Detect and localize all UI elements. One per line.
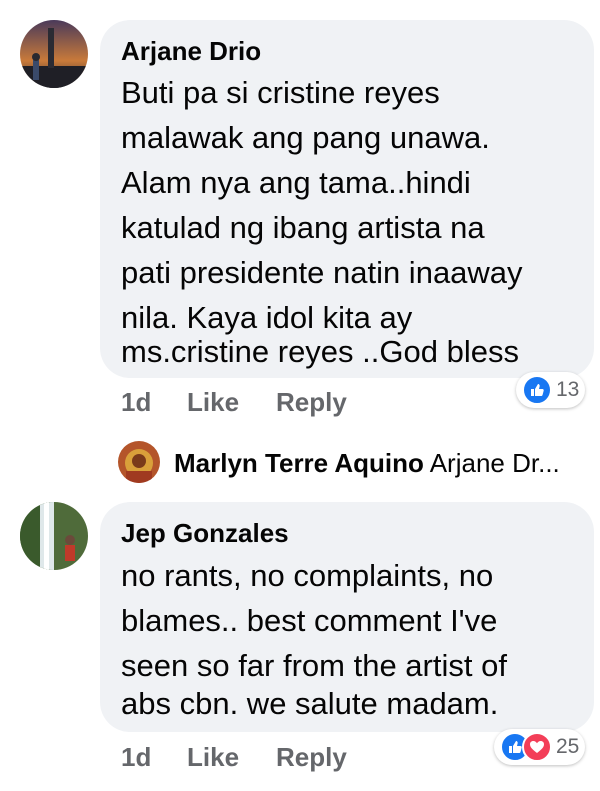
- reaction-summary[interactable]: 13: [516, 372, 586, 408]
- reaction-count: 13: [556, 378, 580, 401]
- reply-author[interactable]: Marlyn Terre Aquino: [174, 448, 424, 478]
- avatar-marlyn-terre-aquino[interactable]: [118, 441, 160, 483]
- like-button[interactable]: Like: [187, 742, 239, 773]
- avatar-jep-gonzales[interactable]: [20, 502, 88, 570]
- comment-timestamp[interactable]: 1d: [121, 387, 151, 418]
- avatar-photo-icon: [20, 20, 88, 88]
- comment-line: katulad ng ibang artista na: [121, 210, 485, 245]
- comment-line: ms.cristine reyes ..God bless: [121, 334, 519, 369]
- comment-line: no rants, no complaints, no: [121, 558, 494, 593]
- avatar-photo-icon: [118, 441, 160, 483]
- comment-line: malawak ang pang unawa.: [121, 120, 490, 155]
- comment-line: Buti pa si cristine reyes: [121, 75, 440, 110]
- like-icon: [522, 375, 552, 405]
- comment-author[interactable]: Arjane Drio: [121, 36, 261, 67]
- reaction-count: 25: [556, 735, 580, 758]
- avatar-arjane-drio[interactable]: [20, 20, 88, 88]
- avatar-photo-icon: [20, 502, 88, 570]
- love-icon: [522, 732, 552, 762]
- reply-button[interactable]: Reply: [276, 742, 347, 773]
- comment-timestamp[interactable]: 1d: [121, 742, 151, 773]
- reply-button[interactable]: Reply: [276, 387, 347, 418]
- reply-preview[interactable]: Marlyn Terre Aquino Arjane Dr...: [174, 448, 560, 479]
- comment-line: Alam nya ang tama..hindi: [121, 165, 471, 200]
- comment-line: abs cbn. we salute madam.: [121, 686, 499, 721]
- comment-author[interactable]: Jep Gonzales: [121, 518, 289, 549]
- comment-line: pati presidente natin inaaway: [121, 255, 523, 290]
- comment-line: blames.. best comment I've: [121, 603, 498, 638]
- reaction-summary[interactable]: 25: [494, 729, 586, 765]
- reply-snippet: Arjane Dr...: [429, 448, 560, 478]
- like-button[interactable]: Like: [187, 387, 239, 418]
